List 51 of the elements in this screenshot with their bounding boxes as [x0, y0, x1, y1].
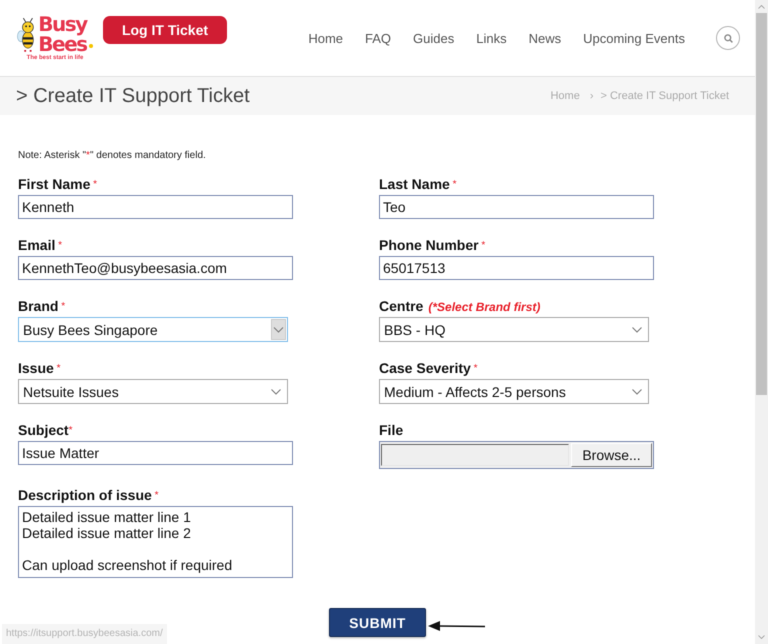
- text-field[interactable]: Kenneth: [18, 195, 293, 219]
- scrollbar[interactable]: [755, 0, 768, 644]
- submit-button[interactable]: SUBMIT: [329, 608, 426, 637]
- dropdown-field[interactable]: Busy Bees Singapore: [18, 317, 288, 342]
- text-field[interactable]: KennethTeo@busybeesasia.com: [18, 256, 293, 280]
- search-icon: [724, 34, 732, 42]
- field-label: Last Name *: [379, 176, 456, 193]
- link-preview: https://itsupport.busybeesasia.com/: [2, 624, 167, 644]
- text-field[interactable]: 65017513: [379, 256, 654, 280]
- search-button[interactable]: [716, 26, 740, 50]
- nav-link[interactable]: FAQ: [365, 30, 392, 46]
- nav-link[interactable]: Upcoming Events: [583, 30, 685, 46]
- description-field[interactable]: Detailed issue matter line 1 Detailed issue matter line 2 Can upload screenshot if required: [18, 506, 293, 578]
- dropdown-field[interactable]: Netsuite Issues: [18, 379, 288, 404]
- chevron-icon: [271, 319, 286, 340]
- field-label: Issue *: [18, 360, 60, 377]
- pointer-arrow: [428, 620, 486, 632]
- nav-link[interactable]: Guides: [413, 30, 454, 46]
- scroll-down-icon[interactable]: [758, 635, 765, 639]
- field-label: First Name *: [18, 176, 98, 193]
- hint-text: (*Select Brand first): [428, 300, 540, 314]
- field-label: Brand *: [18, 298, 66, 315]
- logo-text: Bees: [38, 34, 87, 54]
- logo-text: Busy: [38, 14, 87, 34]
- chevron-icon: [271, 388, 281, 394]
- log-ticket-button[interactable]: Log IT Ticket: [103, 16, 227, 44]
- note-text: Note: Asterisk "*" denotes mandatory field.: [18, 150, 206, 162]
- field-label: Case Severity *: [379, 360, 478, 377]
- scroll-up-icon[interactable]: [758, 5, 765, 9]
- field-label: Description of issue *: [18, 487, 158, 504]
- dot-icon: [88, 44, 93, 48]
- dropdown-field[interactable]: BBS - HQ: [379, 317, 649, 342]
- breadcrumb-current: > Create IT Support Ticket: [600, 90, 729, 102]
- field-label: File: [379, 422, 404, 439]
- field-label: Phone Number *: [379, 237, 486, 254]
- dropdown-field[interactable]: Medium - Affects 2-5 persons: [379, 379, 649, 404]
- browse-button[interactable]: Browse...: [571, 443, 652, 467]
- file-upload-field[interactable]: Browse...: [379, 441, 654, 469]
- field-label: Centre: [379, 298, 424, 315]
- chevron-icon: [632, 326, 642, 332]
- nav-link[interactable]: Links: [476, 30, 507, 46]
- chevron-icon: [632, 388, 642, 394]
- page-title: > Create IT Support Ticket: [16, 84, 250, 108]
- text-field[interactable]: Issue Matter: [18, 441, 293, 465]
- breadcrumb-separator: ›: [590, 90, 594, 102]
- nav-link[interactable]: Home: [308, 30, 344, 46]
- text-field[interactable]: Teo: [379, 195, 654, 219]
- scrollbar-thumb[interactable]: [756, 13, 767, 395]
- nav-link[interactable]: News: [528, 30, 562, 46]
- field-label: Subject*: [18, 422, 72, 439]
- field-label: Email *: [18, 237, 62, 254]
